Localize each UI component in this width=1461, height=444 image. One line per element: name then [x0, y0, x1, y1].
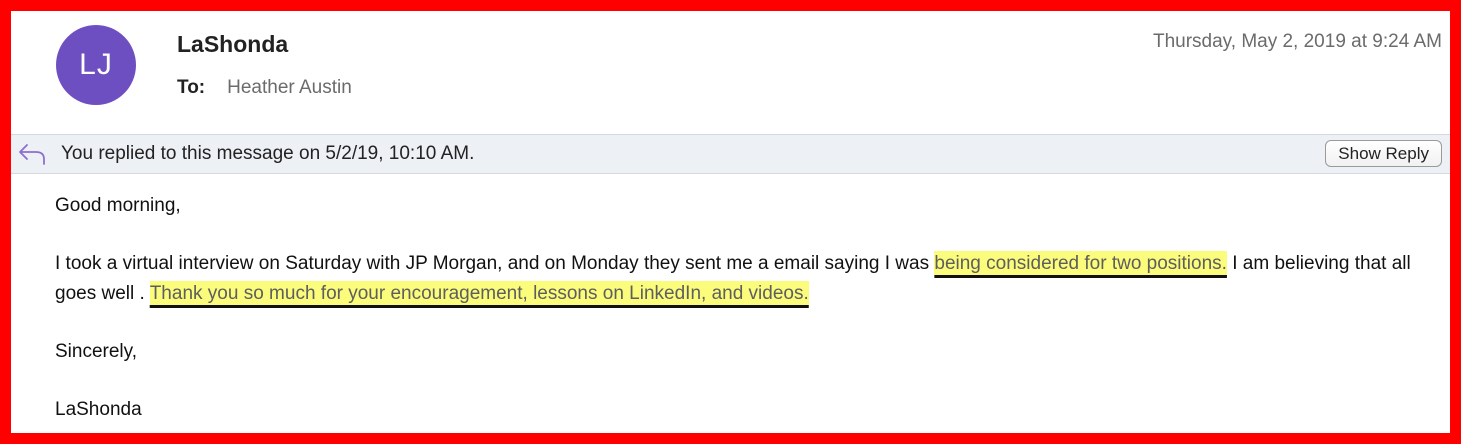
signature: LaShonda: [55, 399, 142, 420]
sender-name[interactable]: LaShonda: [177, 31, 288, 58]
recipient-name[interactable]: Heather Austin: [227, 77, 352, 99]
closing: Sincerely,: [55, 341, 138, 362]
to-label: To:: [177, 77, 206, 98]
show-reply-button[interactable]: Show Reply: [1325, 140, 1442, 167]
replied-banner: You replied to this message on 5/2/19, 1…: [11, 134, 1450, 174]
reply-arrow-icon: [17, 142, 47, 168]
replied-status-text: You replied to this message on 5/2/19, 1…: [61, 143, 475, 164]
message-datetime: Thursday, May 2, 2019 at 9:24 AM: [1152, 31, 1442, 52]
avatar-initials: LJ: [79, 48, 113, 81]
highlighted-text-thanks: Thank you so much for your encouragement…: [149, 281, 809, 306]
message-body: Good morning, I took a virtual interview…: [55, 191, 1435, 425]
avatar: LJ: [56, 25, 136, 105]
message-paragraph: I took a virtual interview on Saturday w…: [55, 249, 1435, 309]
body-text-part1: I took a virtual interview on Saturday w…: [55, 253, 935, 274]
email-window: LJ LaShonda To: Heather Austin Thursday,…: [11, 11, 1450, 433]
recipient-row: To: Heather Austin: [177, 77, 352, 99]
highlighted-text-positions: being considered for two positions.: [934, 251, 1227, 276]
greeting: Good morning,: [55, 195, 181, 216]
